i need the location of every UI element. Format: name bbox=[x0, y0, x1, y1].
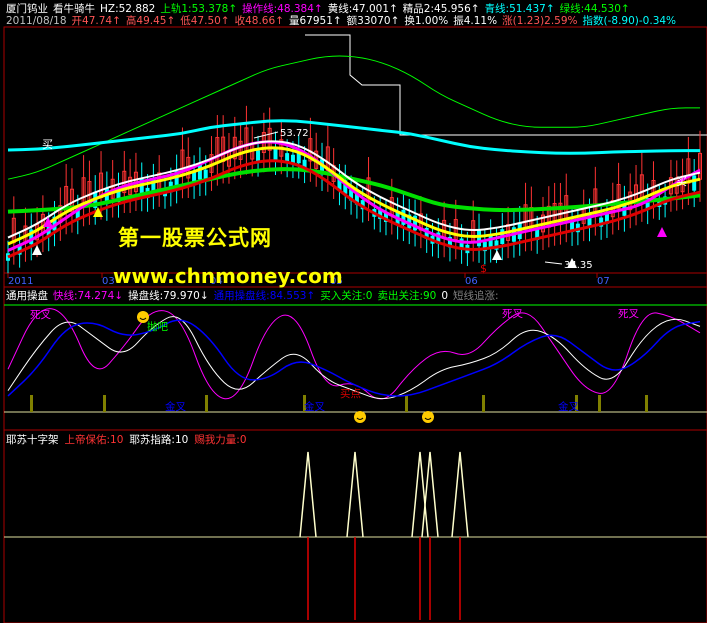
date-tick-label: 2011 bbox=[8, 276, 33, 287]
header-line2-1: 开47.74↑ bbox=[72, 15, 121, 27]
osc-annotation: 金叉 bbox=[165, 400, 186, 413]
cross-header-0: 耶苏十字架 bbox=[6, 433, 59, 446]
osc-annotation: 金叉 bbox=[558, 400, 579, 413]
osc-annotation: 死叉 bbox=[30, 309, 51, 321]
cross-peak bbox=[299, 451, 317, 538]
osc-series-通用操盘线 bbox=[7, 319, 701, 397]
cross-peak bbox=[346, 451, 364, 538]
header-line2-6: 额33070↑ bbox=[347, 14, 400, 27]
osc-header-5: 卖出关注:90 bbox=[377, 289, 436, 302]
header-line2-2: 高49.45↑ bbox=[126, 14, 175, 27]
watermark-url: www.chnmoney.com bbox=[113, 264, 343, 288]
osc-header-1: 快线:74.274↓ bbox=[53, 289, 123, 302]
osc-annotation: 买点 bbox=[340, 388, 361, 400]
step-line bbox=[305, 34, 707, 136]
candle-body bbox=[477, 230, 482, 247]
osc-bar bbox=[405, 395, 408, 412]
header-line1-1: 看牛骑牛 bbox=[53, 2, 95, 15]
smiley-icon bbox=[137, 311, 149, 323]
osc-bar bbox=[30, 395, 33, 412]
smiley-icon bbox=[354, 411, 366, 423]
osc-annotation: 死叉 bbox=[502, 308, 523, 320]
series-操作线 bbox=[7, 140, 701, 252]
header-line2-3: 低47.50↑ bbox=[180, 14, 229, 27]
stock-chart: 2011 03 04 05 06 0753.7234.35买买$ 死叉抛吧金叉 金叉买点金叉… bbox=[3, 2, 707, 623]
osc-header-0: 通用操盘 bbox=[6, 289, 48, 302]
header-line2-9: 涨(1.23)2.59% bbox=[502, 15, 577, 27]
osc-bar bbox=[103, 395, 106, 412]
header-line2-8: 振4.11% bbox=[453, 14, 497, 27]
candle-body bbox=[197, 163, 202, 180]
osc-series-操盘线 bbox=[7, 316, 701, 400]
cross-header-3: 赐我力量:0 bbox=[194, 433, 246, 446]
osc-bar bbox=[645, 395, 648, 412]
osc-header-3: 通用操盘线:84.553↑ bbox=[214, 289, 316, 302]
annotation-leader bbox=[544, 261, 563, 265]
cross-peak bbox=[451, 451, 469, 538]
header-line2-0: 2011/08/18 bbox=[6, 15, 67, 27]
series-上轨1 bbox=[7, 55, 700, 180]
header-line1-5: 黄线:47.001↑ bbox=[328, 2, 398, 15]
annotation-low: 34.35 bbox=[564, 260, 593, 271]
osc-annotation: 金叉 bbox=[304, 400, 325, 413]
candle-body bbox=[692, 175, 697, 191]
osc-header-6: 0 bbox=[441, 290, 448, 302]
annotation-dollar: $ bbox=[480, 262, 487, 275]
cross-header-2: 耶苏指路:10 bbox=[129, 433, 188, 446]
header-line2-5: 量67951↑ bbox=[289, 15, 342, 27]
candle-body bbox=[256, 150, 261, 163]
osc-bar bbox=[482, 395, 485, 412]
header-line1-3: 上轨1:53.378↑ bbox=[160, 2, 237, 15]
series-red bbox=[7, 159, 701, 259]
price-panel-frame bbox=[3, 26, 707, 288]
osc-bar bbox=[205, 395, 208, 412]
date-tick-label: 06 bbox=[465, 276, 478, 287]
osc-header-2: 操盘线:79.970↓ bbox=[128, 289, 209, 302]
header-line2-10: 指数(-8.90)-0.34% bbox=[583, 14, 677, 27]
annotation-buy: 买 bbox=[42, 138, 53, 151]
osc-annotation: 死叉 bbox=[618, 308, 639, 320]
header-line2-7: 换1.00% bbox=[404, 14, 448, 27]
header-line1-6: 精品2:45.956↑ bbox=[403, 2, 480, 15]
series-黄线 bbox=[7, 146, 701, 246]
signal-triangle bbox=[657, 227, 667, 237]
watermark-title: 第一股票公式网 bbox=[118, 226, 272, 250]
header-line2-4: 收48.66↑ bbox=[235, 14, 284, 27]
header-line1-2: HZ:52.882 bbox=[100, 3, 155, 15]
cross-header-1: 上帝保佑:10 bbox=[65, 433, 124, 446]
header-texts: 厦门钨业 看牛骑牛 HZ:52.882 上轨1:53.378↑ 操作线:48.384↑ 黄… bbox=[6, 2, 676, 446]
oscillator-panel: 死叉抛吧金叉 金叉 买点金叉 死叉 死叉 bbox=[4, 304, 707, 423]
header-line1-7: 青线:51.437↑ bbox=[485, 2, 555, 15]
osc-header-4: 买入关注:0 bbox=[320, 289, 372, 302]
series-青线 bbox=[7, 119, 700, 155]
osc-annotation: 抛吧 bbox=[147, 320, 168, 333]
panel-frames bbox=[3, 26, 707, 623]
osc-header-7: 短线追涨: bbox=[453, 289, 499, 302]
smiley-icon bbox=[422, 411, 434, 423]
header-line1-0: 厦门钨业 bbox=[6, 2, 48, 15]
signal-triangle bbox=[492, 250, 502, 260]
price-panel: 2011 03 04 05 06 0753.7234.35买买$ bbox=[4, 34, 707, 287]
header-line1-8: 绿线:44.530↑ bbox=[560, 2, 630, 15]
header-line1-4: 操作线:48.384↑ bbox=[242, 2, 323, 15]
oscillator-panel-frame bbox=[3, 286, 707, 431]
date-tick-label: 07 bbox=[597, 276, 610, 287]
annotation-buy: 买 bbox=[676, 175, 687, 188]
annotation-high: 53.72 bbox=[280, 128, 309, 139]
cross-panel bbox=[4, 451, 707, 620]
osc-bar bbox=[598, 395, 601, 412]
annotation-leader bbox=[253, 131, 279, 139]
